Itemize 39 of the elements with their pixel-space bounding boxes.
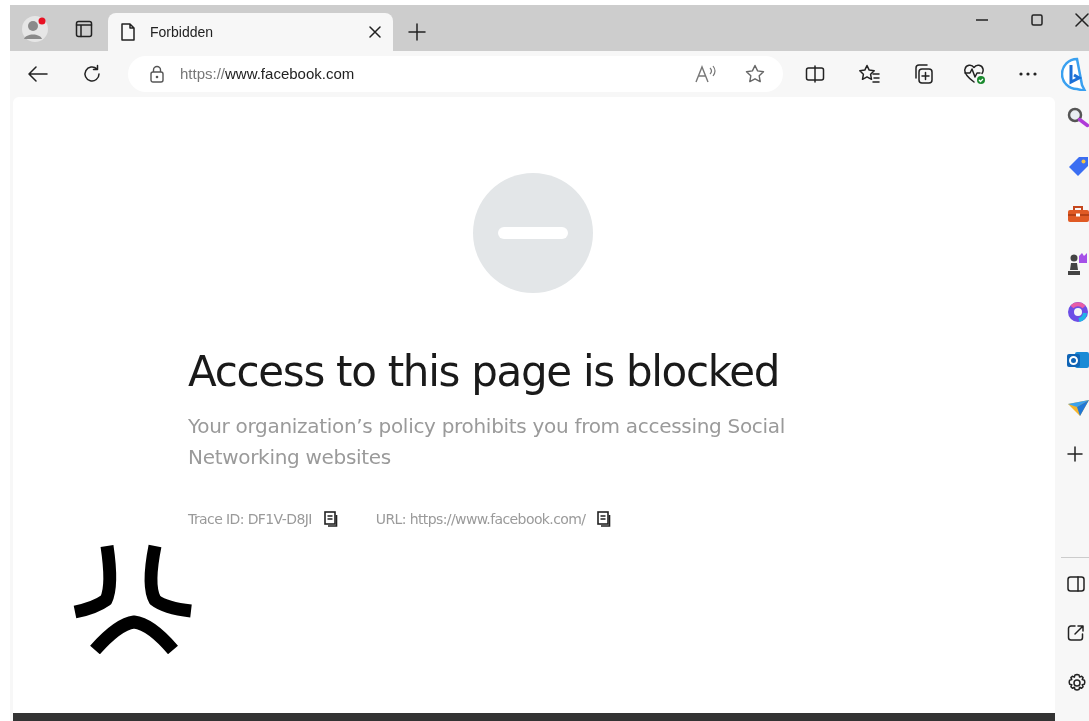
url-text: https://www.facebook.com [180,65,356,83]
browser-tab[interactable]: Forbidden [108,13,393,52]
chess-pieces-icon[interactable] [1067,252,1089,276]
add-icon[interactable] [1067,446,1083,462]
reload-icon[interactable] [82,63,102,84]
detail-text: URL: https://www.facebook.com/ [375,510,586,527]
sidebar-panel-icon[interactable] [1067,575,1085,592]
split-screen-icon[interactable] [805,64,825,83]
read-aloud-icon[interactable] [695,64,717,83]
paper-plane-icon[interactable] [1067,397,1089,418]
maximize-icon[interactable] [1030,14,1043,27]
external-link-icon[interactable] [1067,624,1085,642]
chat-bubble-icon[interactable] [1061,56,1088,91]
settings-icon[interactable] [1067,672,1087,693]
minimize-icon[interactable] [975,19,988,22]
collections-icon[interactable] [912,62,934,85]
profile-icon[interactable] [21,15,49,44]
back-icon[interactable] [28,65,48,82]
copy-icon[interactable] [597,510,612,527]
favorites-icon[interactable] [858,63,880,84]
tab-actions-icon[interactable] [75,20,93,39]
tag-icon[interactable] [1067,155,1089,177]
lock-icon [150,64,164,83]
new-tab-icon[interactable] [408,23,426,42]
policy-message: Your organization’s policy prohibits you from accessing Social Networking websites [188,412,786,471]
search-icon[interactable] [1067,106,1089,129]
close-icon[interactable] [369,26,381,39]
copy-icon[interactable] [323,510,338,527]
toolbox-icon[interactable] [1067,203,1089,224]
page-heading: Access to this page is blocked [188,346,781,397]
mail-app-icon[interactable] [1067,349,1089,371]
detail-text: Trace ID: DF1V-D8JI [188,510,312,527]
address-bar[interactable]: https://www.facebook.com [128,55,783,92]
health-heart-icon[interactable] [963,62,987,85]
page-icon [120,23,136,42]
more-icon[interactable] [1019,71,1037,76]
favorite-star-icon[interactable] [745,63,765,84]
close-window-icon[interactable] [1075,13,1089,28]
office-ring-icon[interactable] [1067,300,1089,323]
